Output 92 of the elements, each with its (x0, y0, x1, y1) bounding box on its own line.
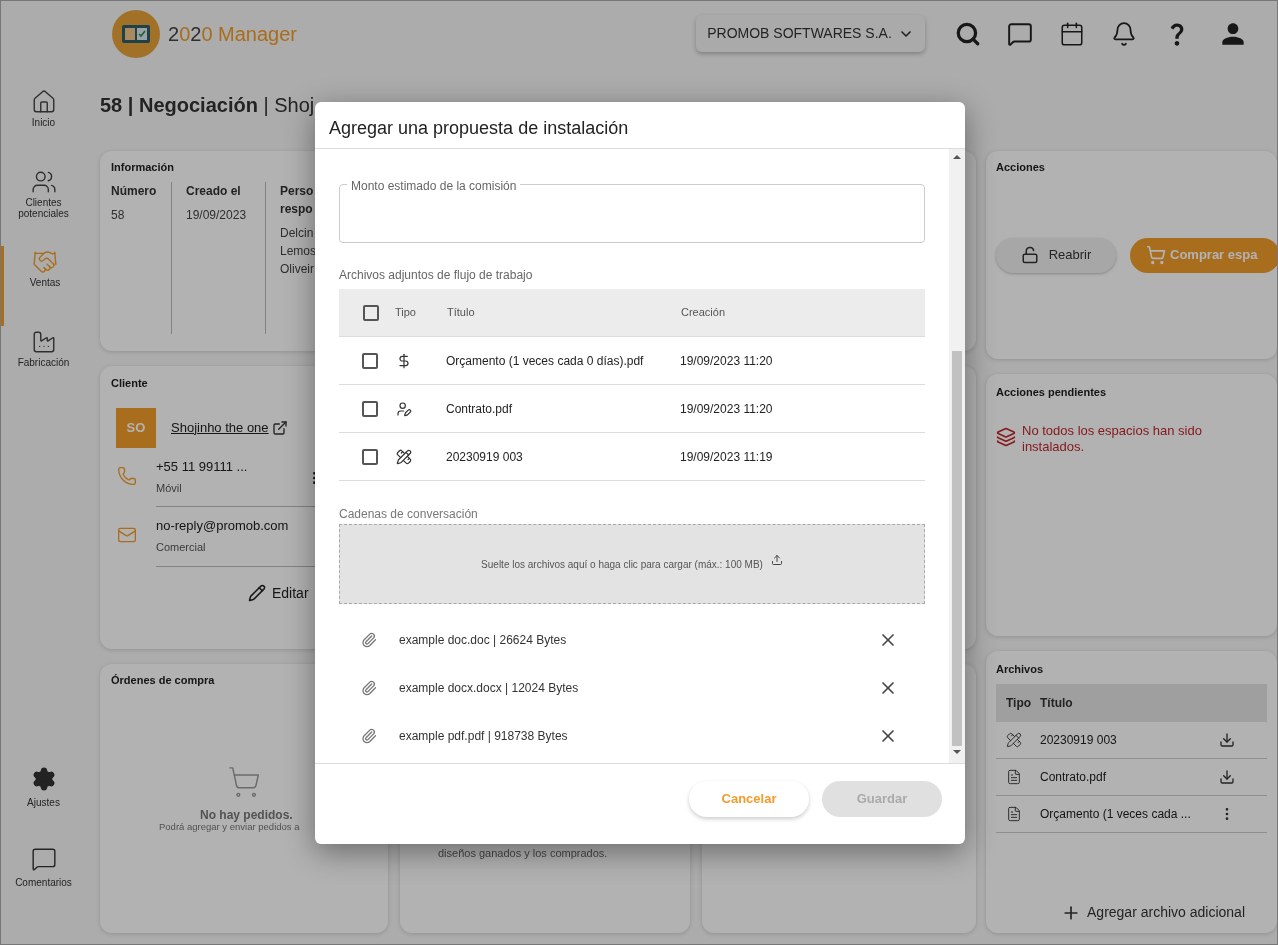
company-dropdown[interactable]: PROMOB SOFTWARES S.A. (696, 15, 925, 52)
table-cell-text: 19/09/2023 11:20 (680, 400, 773, 418)
nav-icon (32, 249, 58, 275)
chat-icon[interactable] (1007, 20, 1033, 47)
external-link-icon[interactable] (271, 419, 288, 436)
client-avatar: SO (116, 407, 156, 448)
download-icon[interactable] (1219, 768, 1235, 785)
paperclip-icon (361, 680, 377, 696)
nav-item[interactable]: Fabricación (1, 326, 86, 406)
pencil-ruler-icon (1006, 731, 1022, 748)
contact-value: +55 11 99111 ... (156, 457, 249, 476)
section-label: Archivos adjuntos de flujo de trabajo (339, 267, 534, 284)
column-label: Perso (280, 182, 315, 200)
file-title: Contrato.pdf (1040, 768, 1108, 786)
empty-title: No hay pedidos. (200, 808, 293, 821)
column-label: Número (111, 182, 157, 200)
nav-icon (30, 766, 57, 792)
attached-file: example docx.docx | 12024 Bytes (399, 680, 580, 697)
upload-icon (770, 554, 783, 566)
column-value: Oliveir (280, 260, 315, 278)
contact-type: Móvil (156, 480, 183, 496)
section-label: Cadenas de conversación (339, 506, 479, 523)
nav-item[interactable]: Inicio (1, 86, 86, 166)
column-header: Título (447, 305, 476, 321)
nav-item[interactable]: Clientes potenciales (1, 166, 86, 246)
paperclip-icon (361, 632, 377, 648)
contact-value: no-reply@promob.com (156, 517, 290, 535)
nav-icon (30, 169, 57, 195)
nav-icon (30, 846, 57, 872)
checkbox[interactable] (362, 352, 378, 369)
pencil-ruler-icon (396, 448, 412, 465)
column-header: Título (1040, 694, 1073, 712)
notifications-icon[interactable] (1111, 20, 1137, 47)
edit-button[interactable]: Editar (248, 582, 309, 604)
designs-text: diseños ganados y los comprados. (438, 845, 609, 861)
cart-icon (227, 764, 261, 799)
search-icon[interactable] (955, 20, 981, 47)
page-title: 58 | Negociación | Shoj (100, 94, 315, 116)
table-cell-text: 20230919 003 (446, 448, 524, 466)
dialog-title: Agregar una propuesta de instalación (329, 117, 629, 140)
column-value: Delcin (280, 224, 315, 242)
table-cell-text: Contrato.pdf (446, 400, 514, 418)
column-label: respo (280, 200, 314, 218)
table-cell-text: 19/09/2023 11:19 (680, 448, 773, 466)
column-value: Lemos (280, 242, 317, 260)
file-title: Orçamento (1 veces cada ... (1040, 805, 1192, 823)
card-title: Acciones pendientes (996, 385, 1107, 400)
pdf-file-icon (1006, 768, 1022, 785)
user-pen-icon (396, 400, 412, 417)
card-title: Información (111, 160, 174, 175)
pending-item: No todos los espacios han sido instalados. (1022, 422, 1203, 455)
table-cell-text: 19/09/2023 11:20 (680, 352, 773, 370)
lock-icon (1020, 246, 1039, 264)
column-header: Creación (681, 305, 726, 321)
column-header: Tipo (395, 305, 417, 321)
checkbox[interactable] (363, 304, 379, 321)
file-title: 20230919 003 (1040, 731, 1118, 749)
card-title: Cliente (111, 376, 148, 391)
checkbox[interactable] (362, 448, 378, 465)
layers-icon (996, 426, 1016, 447)
card-title: Acciones (996, 160, 1045, 175)
attached-file: example doc.doc | 26624 Bytes (399, 632, 568, 649)
paperclip-icon (361, 728, 377, 744)
card-title: Archivos (996, 662, 1044, 677)
table-cell-text: Orçamento (1 veces cada 0 días).pdf (446, 352, 645, 370)
dollar-icon (396, 352, 412, 369)
cart-icon (1146, 245, 1166, 265)
phone-icon (117, 465, 137, 486)
download-icon[interactable] (1219, 731, 1235, 748)
card-title: Órdenes de compra (111, 673, 215, 688)
column-header: Tipo (1006, 694, 1033, 712)
checkbox[interactable] (362, 400, 378, 417)
client-link[interactable]: Shojinho the one (171, 417, 269, 438)
pdf-file-icon (1006, 805, 1022, 822)
column-value: 58 (111, 206, 126, 224)
empty-text: Podrá agregar y enviar pedidos a (159, 820, 300, 833)
column-label: Creado el (186, 182, 242, 200)
logo-icon (112, 9, 160, 58)
pencil-icon (248, 584, 266, 602)
contact-type: Comercial (156, 540, 207, 555)
mail-icon (117, 525, 137, 545)
dropzone[interactable]: Suelte los archivos aquí o haga clic para cargar (máx.: 100 MB) (339, 524, 925, 604)
nav-item[interactable]: Ventas (1, 246, 86, 326)
calendar-icon[interactable] (1059, 20, 1085, 47)
scrollbar[interactable] (949, 149, 965, 763)
attached-file: example pdf.pdf | 918738 Bytes (399, 728, 569, 745)
add-file-button[interactable]: Agregar archivo adicional (1061, 902, 1245, 923)
nav-item[interactable]: Ajustes (1, 766, 86, 846)
column-value: 19/09/2023 (186, 206, 248, 224)
app-name: 2020 Manager (168, 21, 297, 47)
nav-item[interactable]: Comentarios (1, 846, 86, 926)
reopen-button[interactable]: Reabrir (996, 237, 1116, 273)
